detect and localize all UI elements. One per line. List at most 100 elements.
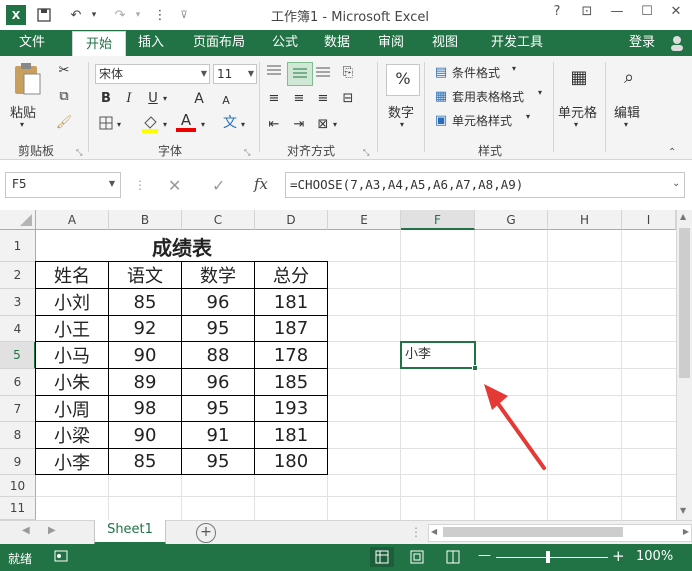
row-header-2[interactable]: 2: [0, 262, 36, 289]
row-header-3[interactable]: 3: [0, 289, 36, 316]
font-color-button[interactable]: A: [176, 112, 196, 132]
redo-icon[interactable]: ↷: [110, 5, 130, 25]
format-painter-icon[interactable]: 🖌: [54, 114, 74, 132]
paste-icon[interactable]: [10, 62, 44, 98]
format-as-table-button[interactable]: 套用表格格式: [452, 88, 524, 105]
table-cell[interactable]: 90: [109, 342, 182, 369]
header-cell-total[interactable]: 总分: [255, 262, 328, 289]
row-header-5[interactable]: 5: [0, 342, 36, 369]
page-layout-view-icon[interactable]: [410, 550, 424, 567]
align-center-icon[interactable]: ≡: [289, 90, 309, 108]
customize-icon[interactable]: ⋮: [150, 5, 170, 25]
tab-data[interactable]: 数据: [314, 30, 360, 56]
maximize-button[interactable]: ☐: [635, 4, 659, 24]
table-cell[interactable]: 95: [182, 396, 255, 422]
underline-dropdown-icon[interactable]: ▾: [160, 90, 170, 108]
cut-icon[interactable]: ✂: [54, 62, 74, 80]
bold-button[interactable]: B: [97, 90, 115, 108]
table-cell[interactable]: 178: [255, 342, 328, 369]
row-header-9[interactable]: 9: [0, 449, 36, 475]
table-cell[interactable]: 85: [109, 289, 182, 316]
editing-dropdown-icon[interactable]: ▾: [624, 120, 628, 129]
macro-record-icon[interactable]: [54, 549, 68, 566]
cell-styles-icon[interactable]: ▣: [432, 112, 450, 130]
tab-view[interactable]: 视图: [422, 30, 468, 56]
table-cell[interactable]: 小梁: [36, 422, 109, 449]
table-cell[interactable]: 小马: [36, 342, 109, 369]
scroll-right-icon[interactable]: ▶: [48, 525, 56, 536]
cells-icon[interactable]: ▦: [564, 64, 594, 94]
table-dropdown-icon[interactable]: ▾: [538, 88, 542, 97]
cancel-button[interactable]: ✕: [168, 176, 181, 195]
font-color-dropdown-icon[interactable]: ▾: [198, 116, 208, 134]
insert-function-button[interactable]: fx: [254, 175, 268, 193]
italic-button[interactable]: I: [120, 90, 138, 108]
undo-dropdown-icon[interactable]: ▾: [84, 5, 104, 25]
select-all-corner[interactable]: [0, 210, 36, 230]
cell-styles-button[interactable]: 单元格样式: [452, 112, 512, 129]
scroll-thumb[interactable]: [679, 228, 690, 378]
vertical-scrollbar[interactable]: ▲ ▼: [676, 210, 692, 520]
table-cell[interactable]: 181: [255, 422, 328, 449]
column-header-h[interactable]: H: [548, 210, 622, 230]
table-cell[interactable]: 88: [182, 342, 255, 369]
column-header-i[interactable]: I: [622, 210, 676, 230]
expand-formula-icon[interactable]: ⌄: [672, 178, 680, 189]
orientation-icon[interactable]: ⎘: [338, 64, 358, 82]
number-format-button[interactable]: 数字: [388, 102, 414, 121]
zoom-in-button[interactable]: +: [612, 547, 625, 565]
hscroll-right-icon[interactable]: ▶: [683, 527, 689, 536]
table-cell[interactable]: 小朱: [36, 369, 109, 396]
align-left-icon[interactable]: ≡: [264, 90, 284, 108]
scroll-left-icon[interactable]: ◀: [22, 525, 30, 536]
table-cell[interactable]: 小刘: [36, 289, 109, 316]
paste-button[interactable]: 粘贴: [10, 102, 36, 121]
row-header-6[interactable]: 6: [0, 369, 36, 396]
phonetic-guide-button[interactable]: 文: [220, 114, 240, 132]
save-icon[interactable]: [34, 5, 54, 25]
tab-developer[interactable]: 开发工具: [478, 30, 556, 56]
column-header-b[interactable]: B: [109, 210, 182, 230]
fill-handle[interactable]: [472, 365, 478, 371]
fill-color-icon[interactable]: [140, 114, 160, 140]
selected-cell-f5[interactable]: 小李: [400, 341, 476, 369]
table-cell[interactable]: 187: [255, 316, 328, 342]
normal-view-icon[interactable]: [370, 547, 394, 567]
table-cell[interactable]: 98: [109, 396, 182, 422]
horizontal-scrollbar[interactable]: ◀ ▶: [428, 524, 692, 542]
header-cell-math[interactable]: 数学: [182, 262, 255, 289]
table-cell[interactable]: 89: [109, 369, 182, 396]
header-cell-chinese[interactable]: 语文: [109, 262, 182, 289]
phonetic-dropdown-icon[interactable]: ▾: [238, 116, 248, 134]
table-cell[interactable]: 小李: [36, 449, 109, 475]
table-cell[interactable]: 小王: [36, 316, 109, 342]
tab-review[interactable]: 审阅: [368, 30, 414, 56]
formula-input[interactable]: =CHOOSE(7,A3,A4,A5,A6,A7,A8,A9): [285, 172, 685, 198]
row-header-7[interactable]: 7: [0, 396, 36, 422]
scroll-up-icon[interactable]: ▲: [680, 212, 686, 221]
row-header-8[interactable]: 8: [0, 422, 36, 449]
conditional-format-button[interactable]: 条件格式: [452, 64, 500, 81]
tab-formulas[interactable]: 公式: [262, 30, 308, 56]
number-dropdown-icon[interactable]: ▾: [400, 120, 404, 129]
column-header-c[interactable]: C: [182, 210, 255, 230]
column-header-e[interactable]: E: [328, 210, 401, 230]
cells-dropdown-icon[interactable]: ▾: [574, 120, 578, 129]
cells-button[interactable]: 单元格: [558, 102, 597, 121]
name-box[interactable]: F5 ▼: [5, 172, 121, 198]
editing-button[interactable]: 编辑: [614, 102, 640, 121]
scroll-down-icon[interactable]: ▼: [680, 506, 686, 515]
zoom-slider-track[interactable]: [496, 557, 608, 558]
redo-dropdown-icon[interactable]: ▾: [128, 5, 148, 25]
cell-styles-dropdown-icon[interactable]: ▾: [526, 112, 530, 121]
table-cell[interactable]: 91: [182, 422, 255, 449]
table-cell[interactable]: 95: [182, 449, 255, 475]
column-header-a[interactable]: A: [36, 210, 109, 230]
shrink-font-button[interactable]: A: [218, 92, 234, 110]
wrap-text-icon[interactable]: ⊟: [338, 90, 358, 108]
conditional-dropdown-icon[interactable]: ▾: [512, 64, 516, 73]
row-header-1[interactable]: 1: [0, 230, 36, 262]
font-size-combo[interactable]: 11 ▼: [213, 64, 257, 84]
ribbon-display-button[interactable]: ⊡: [575, 4, 599, 24]
align-right-icon[interactable]: ≡: [313, 90, 333, 108]
